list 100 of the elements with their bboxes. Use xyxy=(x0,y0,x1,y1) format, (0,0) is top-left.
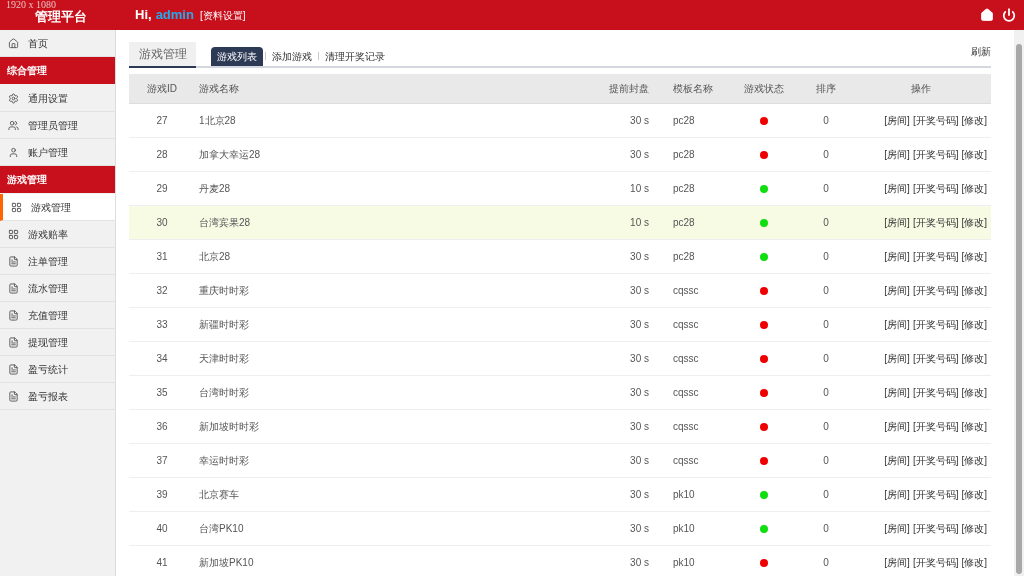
action-link[interactable]: [开奖号码] xyxy=(912,453,959,468)
table-cell-text: 新加坡PK10 xyxy=(198,556,255,570)
column-header: 提前封盘 xyxy=(608,82,649,96)
action-link[interactable]: [修改] xyxy=(961,181,987,196)
table-cell-text: 北京赛车 xyxy=(198,488,240,502)
table-cell-text: cqssc xyxy=(672,420,700,434)
table-cell-text: 0 xyxy=(822,352,830,366)
action-link[interactable]: [房间] xyxy=(884,351,910,366)
action-link[interactable]: [修改] xyxy=(961,351,987,366)
sidebar-item[interactable]: 管理员管理 xyxy=(0,112,115,139)
sidebar-item[interactable]: 注单管理 xyxy=(0,248,115,275)
sidebar-item[interactable]: 游戏赔率 xyxy=(0,221,115,248)
action-link[interactable]: [房间] xyxy=(884,181,910,196)
action-link[interactable]: [修改] xyxy=(961,147,987,162)
action-link[interactable]: [房间] xyxy=(884,385,910,400)
action-link[interactable]: [房间] xyxy=(884,453,910,468)
user-icon xyxy=(8,146,19,158)
table-cell-text: 30 s xyxy=(629,352,649,366)
table-cell-text: cqssc xyxy=(672,318,700,332)
action-link[interactable]: [修改] xyxy=(961,487,987,502)
column-header: 操作 xyxy=(910,82,932,96)
sidebar-section-header: 游戏管理 xyxy=(0,166,115,193)
action-link[interactable]: [修改] xyxy=(961,419,987,434)
column-header: 游戏ID xyxy=(146,82,178,96)
column-header: 游戏名称 xyxy=(198,82,240,96)
sidebar-item[interactable]: 盈亏统计 xyxy=(0,356,115,383)
action-link[interactable]: [房间] xyxy=(884,487,910,502)
table-cell-text: 丹麦28 xyxy=(198,182,232,196)
action-link[interactable]: [修改] xyxy=(961,555,987,570)
action-link[interactable]: [开奖号码] xyxy=(912,487,959,502)
action-link[interactable]: [房间] xyxy=(884,283,910,298)
table-cell-text: 30 s xyxy=(629,522,649,536)
tab[interactable]: 添加游戏 xyxy=(266,47,318,66)
action-link[interactable]: [开奖号码] xyxy=(912,317,959,332)
table-cell-text: 30 s xyxy=(629,148,649,162)
table-cell-text: 北京28 xyxy=(198,250,232,264)
action-link[interactable]: [房间] xyxy=(884,215,910,230)
table-cell-text: 10 s xyxy=(629,182,649,196)
action-link[interactable]: [房间] xyxy=(884,521,910,536)
action-link[interactable]: [开奖号码] xyxy=(912,555,959,570)
action-link[interactable]: [开奖号码] xyxy=(912,113,959,128)
scrollbar[interactable] xyxy=(1014,30,1024,576)
column-header: 排序 xyxy=(815,82,837,96)
table-cell-text: 幸运时时彩 xyxy=(198,454,250,468)
document-icon xyxy=(8,309,19,321)
action-link[interactable]: [开奖号码] xyxy=(912,351,959,366)
action-link[interactable]: [房间] xyxy=(884,555,910,570)
action-link[interactable]: [房间] xyxy=(884,317,910,332)
table-cell-text: pc28 xyxy=(672,250,696,264)
username: admin xyxy=(155,6,194,25)
tab[interactable]: 游戏列表 xyxy=(211,47,263,66)
action-link[interactable]: [修改] xyxy=(961,249,987,264)
app-title: 管理平台 xyxy=(35,8,87,27)
action-link[interactable]: [修改] xyxy=(961,521,987,536)
table-cell-text: 36 xyxy=(155,420,169,434)
action-link[interactable]: [修改] xyxy=(961,113,987,128)
table-cell-text: 0 xyxy=(822,216,830,230)
action-link[interactable]: [房间] xyxy=(884,147,910,162)
action-link[interactable]: [开奖号码] xyxy=(912,385,959,400)
action-link[interactable]: [修改] xyxy=(961,283,987,298)
table-cell-text: 0 xyxy=(822,250,830,264)
table-cell-text: pk10 xyxy=(672,556,696,570)
table-cell-text: 1北京28 xyxy=(198,114,237,128)
table-row[interactable]: 30 台湾宾果28 10 s pc28 0 [房间] [开奖号码] [修改] xyxy=(129,206,991,240)
home-icon[interactable] xyxy=(980,8,994,22)
action-link[interactable]: [开奖号码] xyxy=(912,249,959,264)
profile-settings-link[interactable]: [资料设置] xyxy=(199,7,246,23)
action-link[interactable]: [修改] xyxy=(961,453,987,468)
sidebar-item[interactable]: 流水管理 xyxy=(0,275,115,302)
table-cell-text: 新加坡时时彩 xyxy=(198,420,260,434)
action-link[interactable]: [开奖号码] xyxy=(912,181,959,196)
table-cell-text: pc28 xyxy=(672,216,696,230)
table-cell-text: 0 xyxy=(822,488,830,502)
table-cell-text: cqssc xyxy=(672,386,700,400)
sidebar-item[interactable]: 通用设置 xyxy=(0,85,115,112)
table-cell-text: 0 xyxy=(822,522,830,536)
refresh-button[interactable]: 刷新 xyxy=(971,44,991,59)
sidebar-item[interactable]: 充值管理 xyxy=(0,302,115,329)
action-link[interactable]: [房间] xyxy=(884,419,910,434)
tab[interactable]: 清理开奖记录 xyxy=(319,47,391,66)
action-link[interactable]: [开奖号码] xyxy=(912,147,959,162)
action-link[interactable]: [修改] xyxy=(961,215,987,230)
power-icon[interactable] xyxy=(1002,8,1016,22)
action-link[interactable]: [开奖号码] xyxy=(912,283,959,298)
sidebar-item[interactable]: 盈亏报表 xyxy=(0,383,115,410)
table-cell-text: 0 xyxy=(822,114,830,128)
action-link[interactable]: [房间] xyxy=(884,249,910,264)
sidebar-item[interactable]: 游戏管理 xyxy=(0,194,115,221)
table-cell-text: 35 xyxy=(155,386,169,400)
action-link[interactable]: [开奖号码] xyxy=(912,419,959,434)
column-header: 模板名称 xyxy=(672,82,714,96)
sidebar-item[interactable]: 提现管理 xyxy=(0,329,115,356)
action-link[interactable]: [修改] xyxy=(961,317,987,332)
action-link[interactable]: [开奖号码] xyxy=(912,521,959,536)
action-link[interactable]: [房间] xyxy=(884,113,910,128)
action-link[interactable]: [开奖号码] xyxy=(912,215,959,230)
action-link[interactable]: [修改] xyxy=(961,385,987,400)
table-cell-text: 新疆时时彩 xyxy=(198,318,250,332)
table-cell-text: 重庆时时彩 xyxy=(198,284,250,298)
home-icon xyxy=(8,37,19,49)
